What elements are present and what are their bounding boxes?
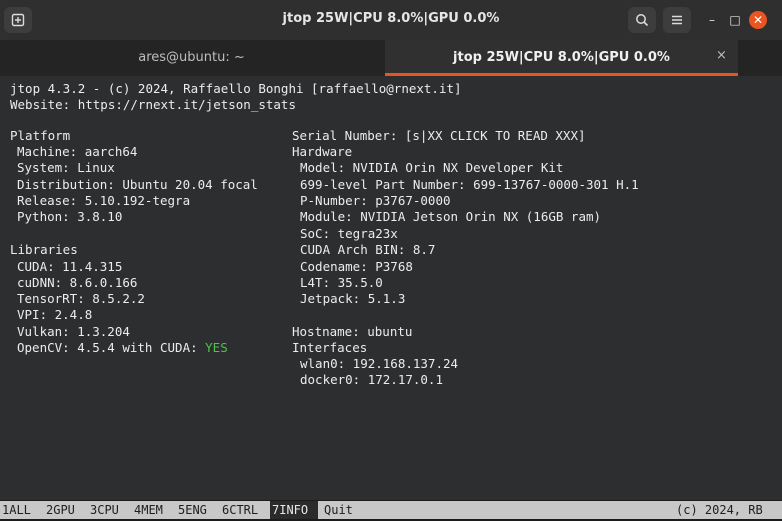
lib-tensorrt: TensorRT: 8.5.2.2 bbox=[17, 291, 145, 306]
platform-title: Platform bbox=[10, 128, 71, 143]
header-line: jtop 4.3.2 - (c) 2024, Raffaello Bonghi … bbox=[10, 81, 462, 96]
hw-l4t: L4T: 35.5.0 bbox=[300, 275, 383, 290]
website-line: Website: https://rnext.it/jetson_stats bbox=[10, 97, 296, 112]
lib-cudnn: cuDNN: 8.6.0.166 bbox=[17, 275, 138, 290]
tab-all[interactable]: 1ALL bbox=[0, 501, 44, 519]
lib-vpi: VPI: 2.4.8 bbox=[17, 307, 93, 322]
tab-ctrl[interactable]: 6CTRL bbox=[220, 501, 270, 519]
tab-eng[interactable]: 5ENG bbox=[176, 501, 220, 519]
copyright: (c) 2024, RB bbox=[674, 501, 782, 519]
hw-soc: SoC: tegra23x bbox=[300, 226, 398, 241]
opencv-cuda-status: YES bbox=[205, 340, 228, 355]
hw-p-number: P-Number: p3767-0000 bbox=[300, 193, 451, 208]
interface-docker0: docker0: 172.17.0.1 bbox=[300, 372, 443, 387]
tab-mem[interactable]: 4MEM bbox=[132, 501, 176, 519]
hw-codename: Codename: P3768 bbox=[300, 259, 413, 274]
tab-info[interactable]: 7INFO bbox=[270, 501, 318, 519]
hw-part-number: 699-level Part Number: 699-13767-0000-30… bbox=[300, 177, 639, 192]
window-titlebar: jtop 25W|CPU 8.0%|GPU 0.0% – □ ✕ bbox=[0, 0, 782, 40]
hw-jetpack: Jetpack: 5.1.3 bbox=[300, 291, 406, 306]
hostname: Hostname: ubuntu bbox=[292, 324, 413, 339]
tab-cpu[interactable]: 3CPU bbox=[88, 501, 132, 519]
platform-release: Release: 5.10.192-tegra bbox=[17, 193, 191, 208]
platform-system: System: Linux bbox=[17, 160, 115, 175]
tab-jtop[interactable]: jtop 25W|CPU 8.0%|GPU 0.0% bbox=[385, 40, 738, 76]
hamburger-menu-icon[interactable] bbox=[663, 7, 691, 33]
minimize-button[interactable]: – bbox=[703, 11, 721, 29]
tab-close-icon[interactable]: × bbox=[716, 48, 727, 63]
tab-shell[interactable]: ares@ubuntu: ~ bbox=[0, 40, 383, 76]
libraries-title: Libraries bbox=[10, 242, 78, 257]
close-button[interactable]: ✕ bbox=[749, 11, 767, 29]
lib-opencv-label: OpenCV: 4.5.4 with CUDA: bbox=[17, 340, 206, 355]
hw-cuda-arch: CUDA Arch BIN: 8.7 bbox=[300, 242, 436, 257]
interface-wlan0: wlan0: 192.168.137.24 bbox=[300, 356, 459, 371]
platform-machine: Machine: aarch64 bbox=[17, 144, 138, 159]
hw-module: Module: NVIDIA Jetson Orin NX (16GB ram) bbox=[300, 209, 602, 224]
maximize-button[interactable]: □ bbox=[726, 11, 744, 29]
quit-button[interactable]: Quit bbox=[318, 501, 674, 519]
lib-vulkan: Vulkan: 1.3.204 bbox=[17, 324, 130, 339]
platform-python: Python: 3.8.10 bbox=[17, 209, 123, 224]
tab-gpu[interactable]: 2GPU bbox=[44, 501, 88, 519]
search-icon[interactable] bbox=[628, 7, 656, 33]
platform-distribution: Distribution: Ubuntu 20.04 focal bbox=[17, 177, 258, 192]
bottom-bar: 1ALL 2GPU 3CPU 4MEM 5ENG 6CTRL 7INFO Qui… bbox=[0, 500, 782, 521]
hardware-title: Hardware bbox=[292, 144, 353, 159]
tab-bar: ares@ubuntu: ~ jtop 25W|CPU 8.0%|GPU 0.0… bbox=[0, 40, 782, 104]
hw-model: Model: NVIDIA Orin NX Developer Kit bbox=[300, 160, 564, 175]
lib-opencv: OpenCV: 4.5.4 with CUDA: YES bbox=[17, 339, 228, 356]
serial-number[interactable]: Serial Number: [s|XX CLICK TO READ XXX] bbox=[292, 127, 586, 144]
interfaces-title: Interfaces bbox=[292, 340, 368, 355]
lib-cuda: CUDA: 11.4.315 bbox=[17, 259, 123, 274]
